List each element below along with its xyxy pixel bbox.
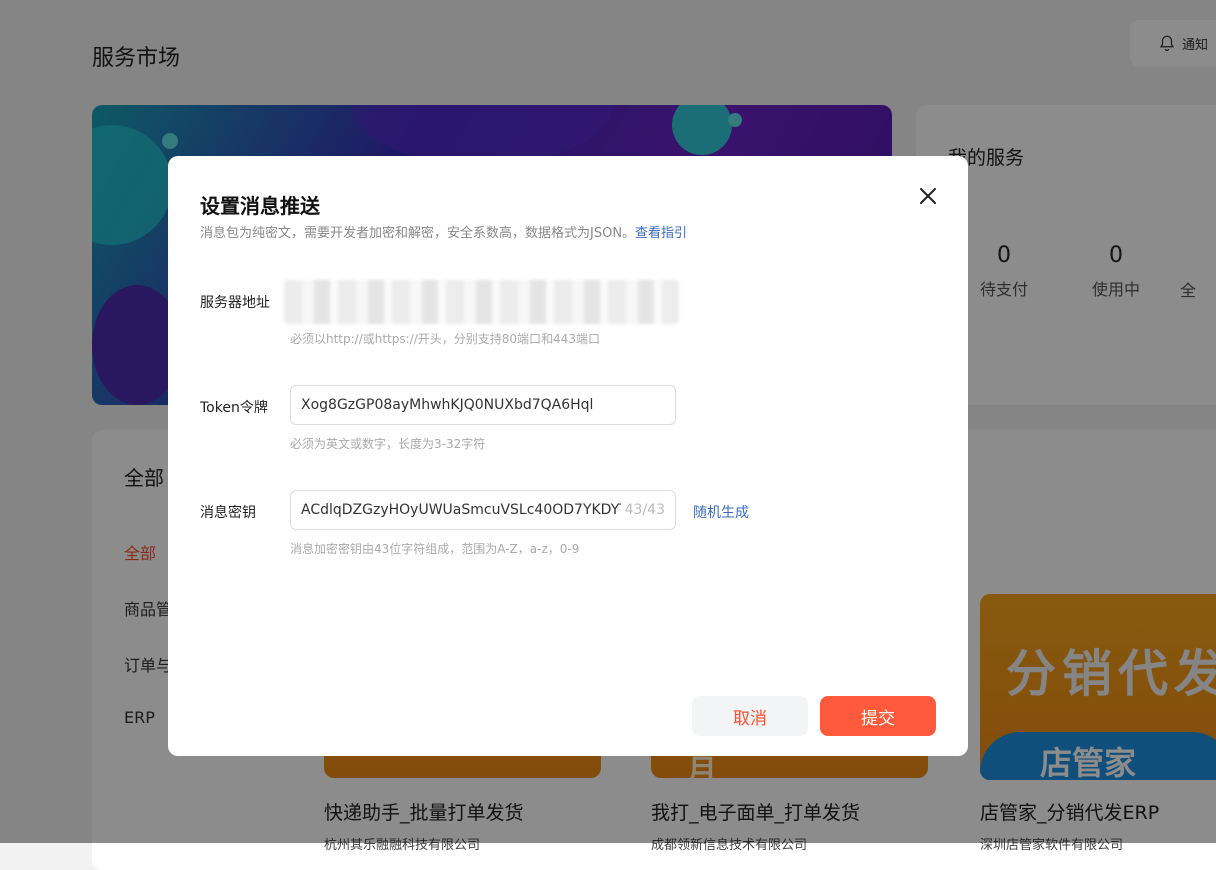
- cancel-button[interactable]: 取消: [692, 696, 808, 736]
- close-icon[interactable]: [916, 184, 940, 208]
- dialog-description-text: 消息包为纯密文，需要开发者加密和解密，安全系数高，数据格式为JSON。: [200, 226, 636, 241]
- token-input[interactable]: Xog8GzGP08ayMhwhKJQ0NUXbd7QA6Hql: [290, 385, 676, 425]
- token-hint: 必须为英文或数字，长度为3-32字符: [290, 437, 486, 451]
- dialog-description: 消息包为纯密文，需要开发者加密和解密，安全系数高，数据格式为JSON。查看指引: [200, 222, 687, 241]
- message-key-hint: 消息加密密钥由43位字符组成，范围为A-Z，a-z，0-9: [290, 542, 580, 556]
- server-address-label: 服务器地址: [200, 295, 270, 311]
- message-key-value: ACdlqDZGzyHOyUWUaSmcuVSLc40OD7YKDYTN: [301, 502, 621, 518]
- token-value: Xog8GzGP08ayMhwhKJQ0NUXbd7QA6Hql: [301, 397, 594, 413]
- submit-button[interactable]: 提交: [820, 696, 936, 736]
- server-address-hint: 必须以http://或https://开头，分别支持80端口和443端口: [290, 332, 600, 346]
- random-generate-link[interactable]: 随机生成: [693, 502, 749, 522]
- message-key-input[interactable]: ACdlqDZGzyHOyUWUaSmcuVSLc40OD7YKDYTN 43/…: [290, 490, 676, 530]
- message-push-dialog: 设置消息推送 消息包为纯密文，需要开发者加密和解密，安全系数高，数据格式为JSO…: [168, 156, 968, 756]
- view-guide-link[interactable]: 查看指引: [635, 226, 687, 241]
- message-key-counter: 43/43: [624, 502, 665, 518]
- message-key-label: 消息密钥: [200, 505, 256, 521]
- server-address-input[interactable]: [284, 280, 679, 324]
- dialog-title: 设置消息推送: [200, 194, 320, 218]
- token-label: Token令牌: [200, 400, 268, 416]
